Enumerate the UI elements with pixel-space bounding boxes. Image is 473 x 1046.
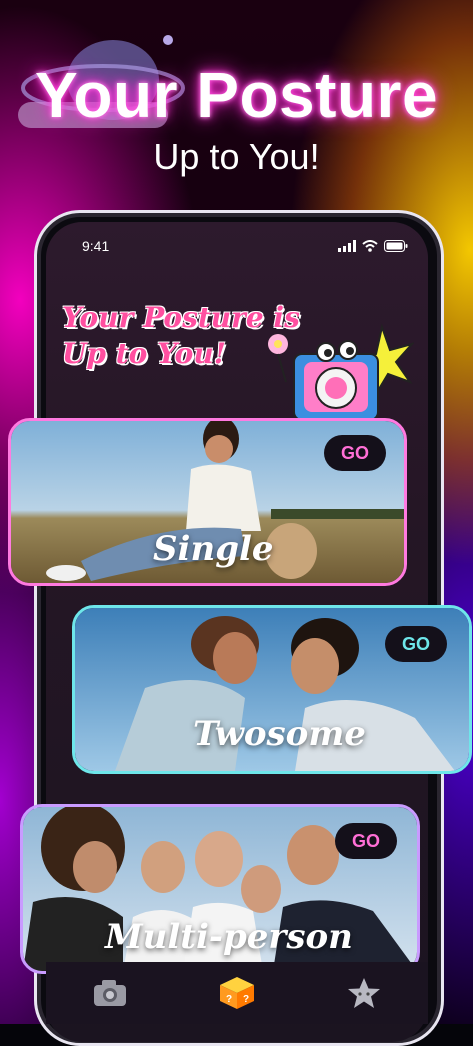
multi-person-label: Multi-person <box>105 917 353 957</box>
signal-icon <box>338 240 356 252</box>
tab-camera[interactable] <box>88 971 132 1015</box>
multi-person-go-button[interactable]: GO <box>335 823 397 859</box>
mystery-box-icon: ? ? <box>219 977 254 1009</box>
hero-title: Your Posture <box>34 59 439 131</box>
category-card-multi-person[interactable]: GO Multi-person <box>20 804 420 974</box>
svg-text:?: ? <box>226 994 232 1005</box>
single-go-button[interactable]: GO <box>324 435 386 471</box>
status-icons <box>338 240 408 252</box>
category-card-single[interactable]: GO Single <box>8 418 407 586</box>
single-label: Single <box>153 529 274 569</box>
bottom-tab-bar: ? ? <box>46 962 428 1024</box>
svg-text:?: ? <box>243 994 249 1005</box>
tab-mystery-box[interactable]: ? ? <box>215 971 259 1015</box>
twosome-label: Twosome <box>193 714 366 754</box>
battery-icon <box>384 240 408 252</box>
star-icon <box>348 978 381 1008</box>
status-time: 9:41 <box>82 238 110 254</box>
camera-mascot-illustration <box>268 323 414 421</box>
twosome-go-button[interactable]: GO <box>385 626 447 662</box>
hero-subtitle: Up to You! <box>153 136 320 177</box>
wifi-icon <box>362 240 378 252</box>
category-card-twosome[interactable]: GO Twosome <box>72 605 472 774</box>
tab-favorites[interactable] <box>342 971 386 1015</box>
camera-icon <box>93 980 126 1006</box>
